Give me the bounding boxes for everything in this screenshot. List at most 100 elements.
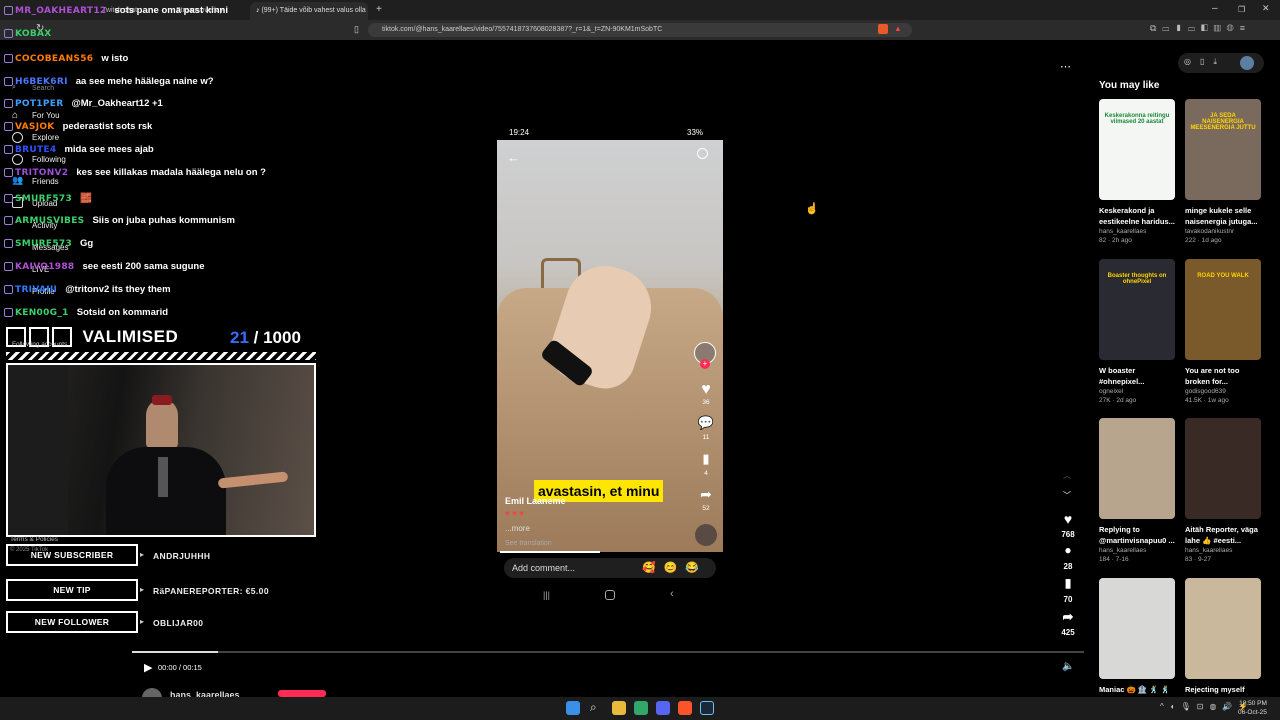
home-button-icon[interactable] [605, 590, 615, 600]
video-thumbnail[interactable] [1185, 578, 1261, 679]
heart-icon[interactable]: ♥ [690, 381, 722, 399]
video-card-user[interactable]: hans_kaarellaes [1099, 228, 1175, 235]
brave-shield-icon[interactable] [878, 24, 888, 34]
save-icon[interactable]: ▮ [1056, 576, 1080, 590]
see-translation-link[interactable]: See translation [505, 540, 552, 547]
video-card-title[interactable]: Replying to @martinvisnapuu0 ... [1099, 524, 1175, 546]
video-card[interactable]: ROAD YOU WALK You are not too broken for.… [1185, 259, 1261, 404]
minimize-button[interactable]: – [1212, 3, 1218, 14]
comment-placeholder: Add comment... [512, 563, 576, 573]
thumbnail-text: Keskerakonna reitingu viimased 20 aastat [1104, 113, 1170, 125]
video-card-stats: 41.5K · 1w ago [1185, 397, 1229, 404]
back-nav-icon[interactable]: ‹ [670, 588, 674, 600]
video-card-title[interactable]: You are not too broken for... [1185, 365, 1261, 387]
video-card-title[interactable]: Aitäh Reporter, väga lahe 👍 #eesti... [1185, 524, 1261, 546]
video-card[interactable]: Replying to @martinvisnapuu0 ... hans_kaa… [1099, 418, 1175, 563]
like-icon[interactable]: ♥ [1056, 511, 1080, 527]
video-card-user[interactable]: hans_kaarellaes [1099, 547, 1175, 554]
share-icon[interactable]: ➦ [690, 486, 722, 503]
goal-title: VALIMISED [82, 327, 179, 346]
comment-icon[interactable]: 💬 [690, 415, 722, 431]
follow-button[interactable] [278, 690, 326, 697]
more-link[interactable]: ...more [505, 524, 530, 533]
extensions-icon[interactable]: ⧉▭▮▭◧▥◍≡ [1150, 23, 1251, 34]
chat-text: @Mr_Oakheart12 +1 [71, 98, 163, 109]
video-card[interactable]: JA SEDA NAISENERGIA MEESENERGIA JUTTU min… [1185, 99, 1261, 244]
windows-start-icon[interactable] [566, 701, 580, 715]
video-card-user[interactable]: ogneixel [1099, 388, 1175, 395]
video-thumbnail[interactable]: Keskerakonna reitingu viimased 20 aastat [1099, 99, 1175, 200]
comment-icon[interactable]: ● [1056, 543, 1080, 557]
chat-message: TRIVAIII @tritonv2 its they them [4, 284, 171, 302]
new-tab-button[interactable]: + [376, 4, 382, 15]
steam-icon[interactable] [700, 701, 714, 715]
terms-link[interactable]: Terms & Policies [10, 536, 58, 543]
discord-icon[interactable] [656, 701, 670, 715]
phone-status-bar: 19:24 33% [497, 124, 723, 140]
app-icon[interactable] [634, 701, 648, 715]
profile-avatar[interactable] [1240, 56, 1254, 70]
alert-new-tip: NEW TIP [6, 579, 138, 601]
video-card-title[interactable]: minge kukele selle naisenergia jutuga... [1185, 205, 1261, 227]
clock[interactable]: 10:50 PM 06-Oct-25 [1238, 699, 1267, 717]
chat-text: mida see mees ajab [64, 144, 154, 155]
video-card-user[interactable]: hans_kaarellaes [1185, 547, 1261, 554]
video-card[interactable]: Keskerakonna reitingu viimased 20 aastat… [1099, 99, 1175, 244]
seek-bar[interactable] [132, 651, 1084, 653]
chat-badge-icon [4, 215, 13, 225]
file-explorer-icon[interactable] [612, 701, 626, 715]
chat-text: pederastist sots rsk [62, 121, 153, 132]
bookmark-icon[interactable]: ▯ [354, 24, 359, 35]
video-author[interactable]: Emil Laaneme [505, 496, 566, 506]
rewards-icon[interactable]: ▲ [894, 24, 902, 33]
toolbar-icons[interactable]: ◎▯⤓ [1184, 57, 1226, 67]
music-disc-icon[interactable] [695, 524, 717, 546]
prev-video-icon[interactable]: ︿ [1063, 470, 1071, 481]
share-count: 425 [1061, 628, 1075, 637]
microphone [158, 457, 168, 497]
video-thumbnail[interactable] [1099, 578, 1175, 679]
video-thumbnail[interactable]: JA SEDA NAISENERGIA MEESENERGIA JUTTU [1185, 99, 1261, 200]
video-thumbnail[interactable] [1185, 418, 1261, 519]
search-icon[interactable]: ⌕ [590, 700, 597, 715]
chat-username: SMURF573 [15, 239, 73, 249]
video-thumbnail[interactable] [1099, 418, 1175, 519]
emoji-button[interactable]: 🥰 [642, 562, 664, 574]
more-options-icon[interactable]: ⋯ [1060, 60, 1071, 73]
recent-apps-icon[interactable]: ||| [543, 590, 550, 600]
video-card-user[interactable]: godisgood639 [1185, 388, 1261, 395]
video-card-user[interactable]: tavakodanikustnr [1185, 228, 1261, 235]
browser-tab-active[interactable]: ♪ (99+) Täide võib vahest valus olla [250, 2, 368, 20]
close-button[interactable]: ✕ [1262, 3, 1270, 14]
emoji-button[interactable]: 😂 [685, 562, 707, 574]
arrow-icon: ▸ [140, 617, 145, 626]
video-card[interactable]: Aitäh Reporter, väga lahe 👍 #eesti... han… [1185, 418, 1261, 563]
wall-shadow [8, 365, 68, 535]
emoji-button[interactable]: 😊 [664, 562, 686, 574]
video-card-title[interactable]: Keskerakond ja eestikeelne haridus... [1099, 205, 1175, 227]
video-card-title[interactable]: W boaster #ohnepixel... [1099, 365, 1175, 387]
chat-username: VASJOK [15, 122, 55, 132]
arrow-icon: ▸ [140, 585, 145, 594]
video-card[interactable]: Boaster thoughts on ohnePixel W boaster #… [1099, 259, 1175, 404]
url-field[interactable]: tiktok.com/@hans_kaarellaes/video/755741… [368, 23, 912, 37]
comment-input[interactable]: Add comment... 🥰😊😂 [504, 558, 716, 578]
follow-plus-icon[interactable]: + [700, 359, 710, 369]
search-icon[interactable] [697, 148, 708, 159]
play-icon[interactable]: ▶ [144, 661, 152, 674]
bookmark-icon[interactable]: ▮ [690, 451, 722, 467]
brave-browser-icon[interactable] [678, 701, 692, 715]
volume-icon[interactable]: 🔈 [1062, 661, 1074, 672]
maximize-button[interactable]: ❐ [1238, 5, 1245, 14]
video-card[interactable]: Rejecting myself PT.1 [1185, 578, 1261, 708]
back-arrow-icon[interactable]: ← [507, 150, 520, 165]
next-video-icon[interactable]: ﹀ [1063, 490, 1071, 501]
video-card[interactable]: Maniac 🎃 🏦 🕺 🕺 [1099, 578, 1175, 708]
video-comments: 11 [702, 434, 710, 441]
share-icon[interactable]: ➦ [1056, 609, 1080, 625]
chat-username: KEN00G_1 [15, 308, 69, 318]
video-card-stats: 27K · 2d ago [1099, 397, 1137, 404]
video-thumbnail[interactable]: ROAD YOU WALK [1185, 259, 1261, 360]
video-thumbnail[interactable]: Boaster thoughts on ohnePixel [1099, 259, 1175, 360]
alert-follower-value: OBLIJAR00 [153, 618, 204, 628]
